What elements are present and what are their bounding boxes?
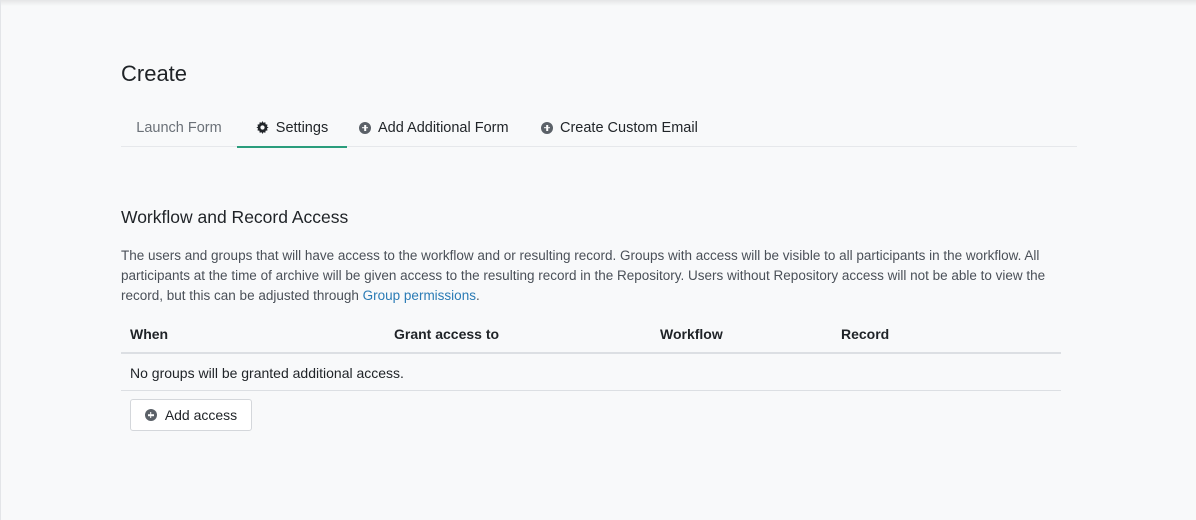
table-header: When Grant access to Workflow Record [121, 318, 1061, 354]
tab-add-additional-form[interactable]: Add Additional Form [359, 108, 509, 147]
column-record: Record [841, 326, 890, 342]
tab-launch-form-label: Launch Form [136, 119, 222, 136]
top-shadow [1, 0, 1196, 6]
add-access-button[interactable]: Add access [130, 399, 252, 431]
gear-icon [256, 121, 269, 134]
plus-circle-icon [541, 121, 553, 134]
column-when: When [130, 326, 169, 342]
section-description: The users and groups that will have acce… [121, 246, 1071, 306]
tab-settings-label: Settings [275, 119, 329, 136]
tab-bar: Launch Form Settings Add Additional Form… [121, 108, 1077, 148]
tab-launch-form[interactable]: Launch Form [121, 108, 237, 147]
tab-create-custom-email[interactable]: Create Custom Email [541, 108, 698, 147]
tab-settings[interactable]: Settings [237, 108, 347, 148]
group-permissions-link[interactable]: Group permissions [363, 288, 476, 303]
add-access-label: Add access [164, 407, 238, 423]
description-end: . [475, 288, 480, 303]
empty-message: No groups will be granted additional acc… [130, 365, 404, 381]
tab-create-custom-email-label: Create Custom Email [560, 119, 698, 136]
table-row: No groups will be granted additional acc… [121, 354, 1061, 391]
access-table: When Grant access to Workflow Record No … [121, 318, 1061, 391]
tab-add-additional-form-label: Add Additional Form [378, 119, 509, 136]
page-title: Create [121, 61, 188, 86]
column-grant-access-to: Grant access to [394, 326, 500, 342]
plus-circle-icon [359, 121, 371, 134]
description-text: The users and groups that will have acce… [121, 248, 1046, 303]
plus-circle-icon [144, 409, 157, 421]
column-workflow: Workflow [660, 326, 723, 342]
section-title: Workflow and Record Access [121, 207, 349, 227]
